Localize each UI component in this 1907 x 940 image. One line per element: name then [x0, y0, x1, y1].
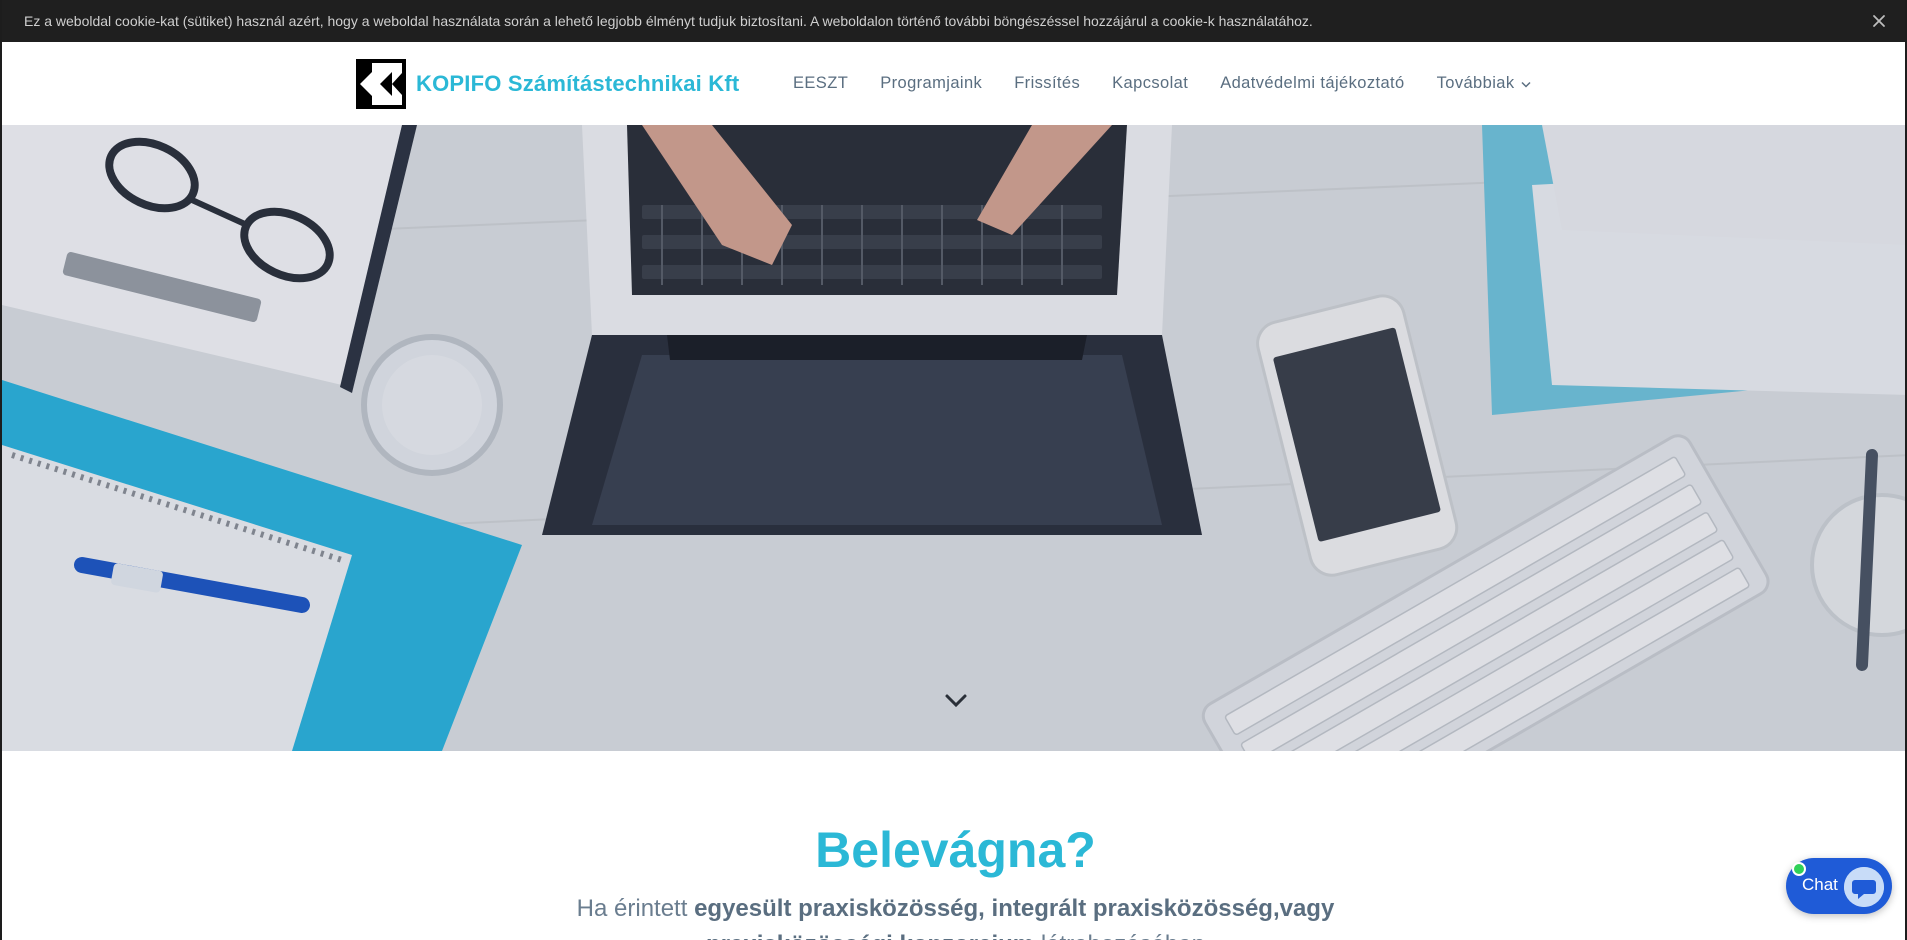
nav-item-programjaink[interactable]: Programjaink	[880, 74, 982, 93]
hero-image	[2, 125, 1905, 751]
cookie-notice-bar: Ez a weboldal cookie-kat (sütiket) haszn…	[2, 0, 1905, 42]
logo-mark-icon	[356, 59, 406, 109]
intro-lead-prefix: Ha érintett	[576, 895, 695, 922]
nav-item-tovabbiak-label: Továbbiak	[1436, 74, 1515, 92]
intro-heading: Belevágna?	[815, 822, 1096, 878]
chat-label: Chat	[1802, 875, 1838, 894]
nav-item-frissites[interactable]: Frissítés	[1014, 74, 1080, 93]
intro-lead-bold: egyesült praxisközösség, integrált praxi…	[694, 895, 1335, 922]
site-title: KOPIFO Számítástechnikai Kft	[416, 71, 740, 96]
intro-section: Belevágna? Ha érintett egyesült praxiskö…	[2, 751, 1905, 940]
intro-lead: Ha érintett egyesült praxisközösség, int…	[2, 891, 1905, 940]
chat-widget-button[interactable]: Chat	[1786, 858, 1892, 914]
cookie-notice-text: Ez a weboldal cookie-kat (sütiket) haszn…	[24, 13, 1313, 29]
site-logo[interactable]: KOPIFO Számítástechnikai Kft	[356, 59, 739, 109]
main-nav: EESZT Programjaink Frissítés Kapcsolat A…	[777, 42, 1547, 125]
intro-lead-line2-rest: létrehozásában	[1034, 931, 1205, 940]
chevron-down-icon[interactable]	[943, 691, 969, 711]
chat-bubble-icon	[1844, 867, 1884, 907]
nav-item-kapcsolat[interactable]: Kapcsolat	[1112, 74, 1188, 93]
nav-item-adatvedelmi[interactable]: Adatvédelmi tájékoztató	[1220, 74, 1404, 93]
nav-item-tovabbiak[interactable]: Továbbiak	[1437, 74, 1531, 93]
online-status-dot	[1792, 862, 1806, 876]
intro-lead-line2-bold: praxisközösségi konzorcium	[706, 931, 1034, 940]
site-header: KOPIFO Számítástechnikai Kft EESZT Progr…	[2, 42, 1905, 125]
close-icon[interactable]	[1869, 11, 1889, 31]
nav-item-eeszt[interactable]: EESZT	[793, 74, 848, 93]
chevron-down-icon	[1520, 74, 1531, 93]
browser-viewport: Ez a weboldal cookie-kat (sütiket) haszn…	[0, 0, 1907, 940]
